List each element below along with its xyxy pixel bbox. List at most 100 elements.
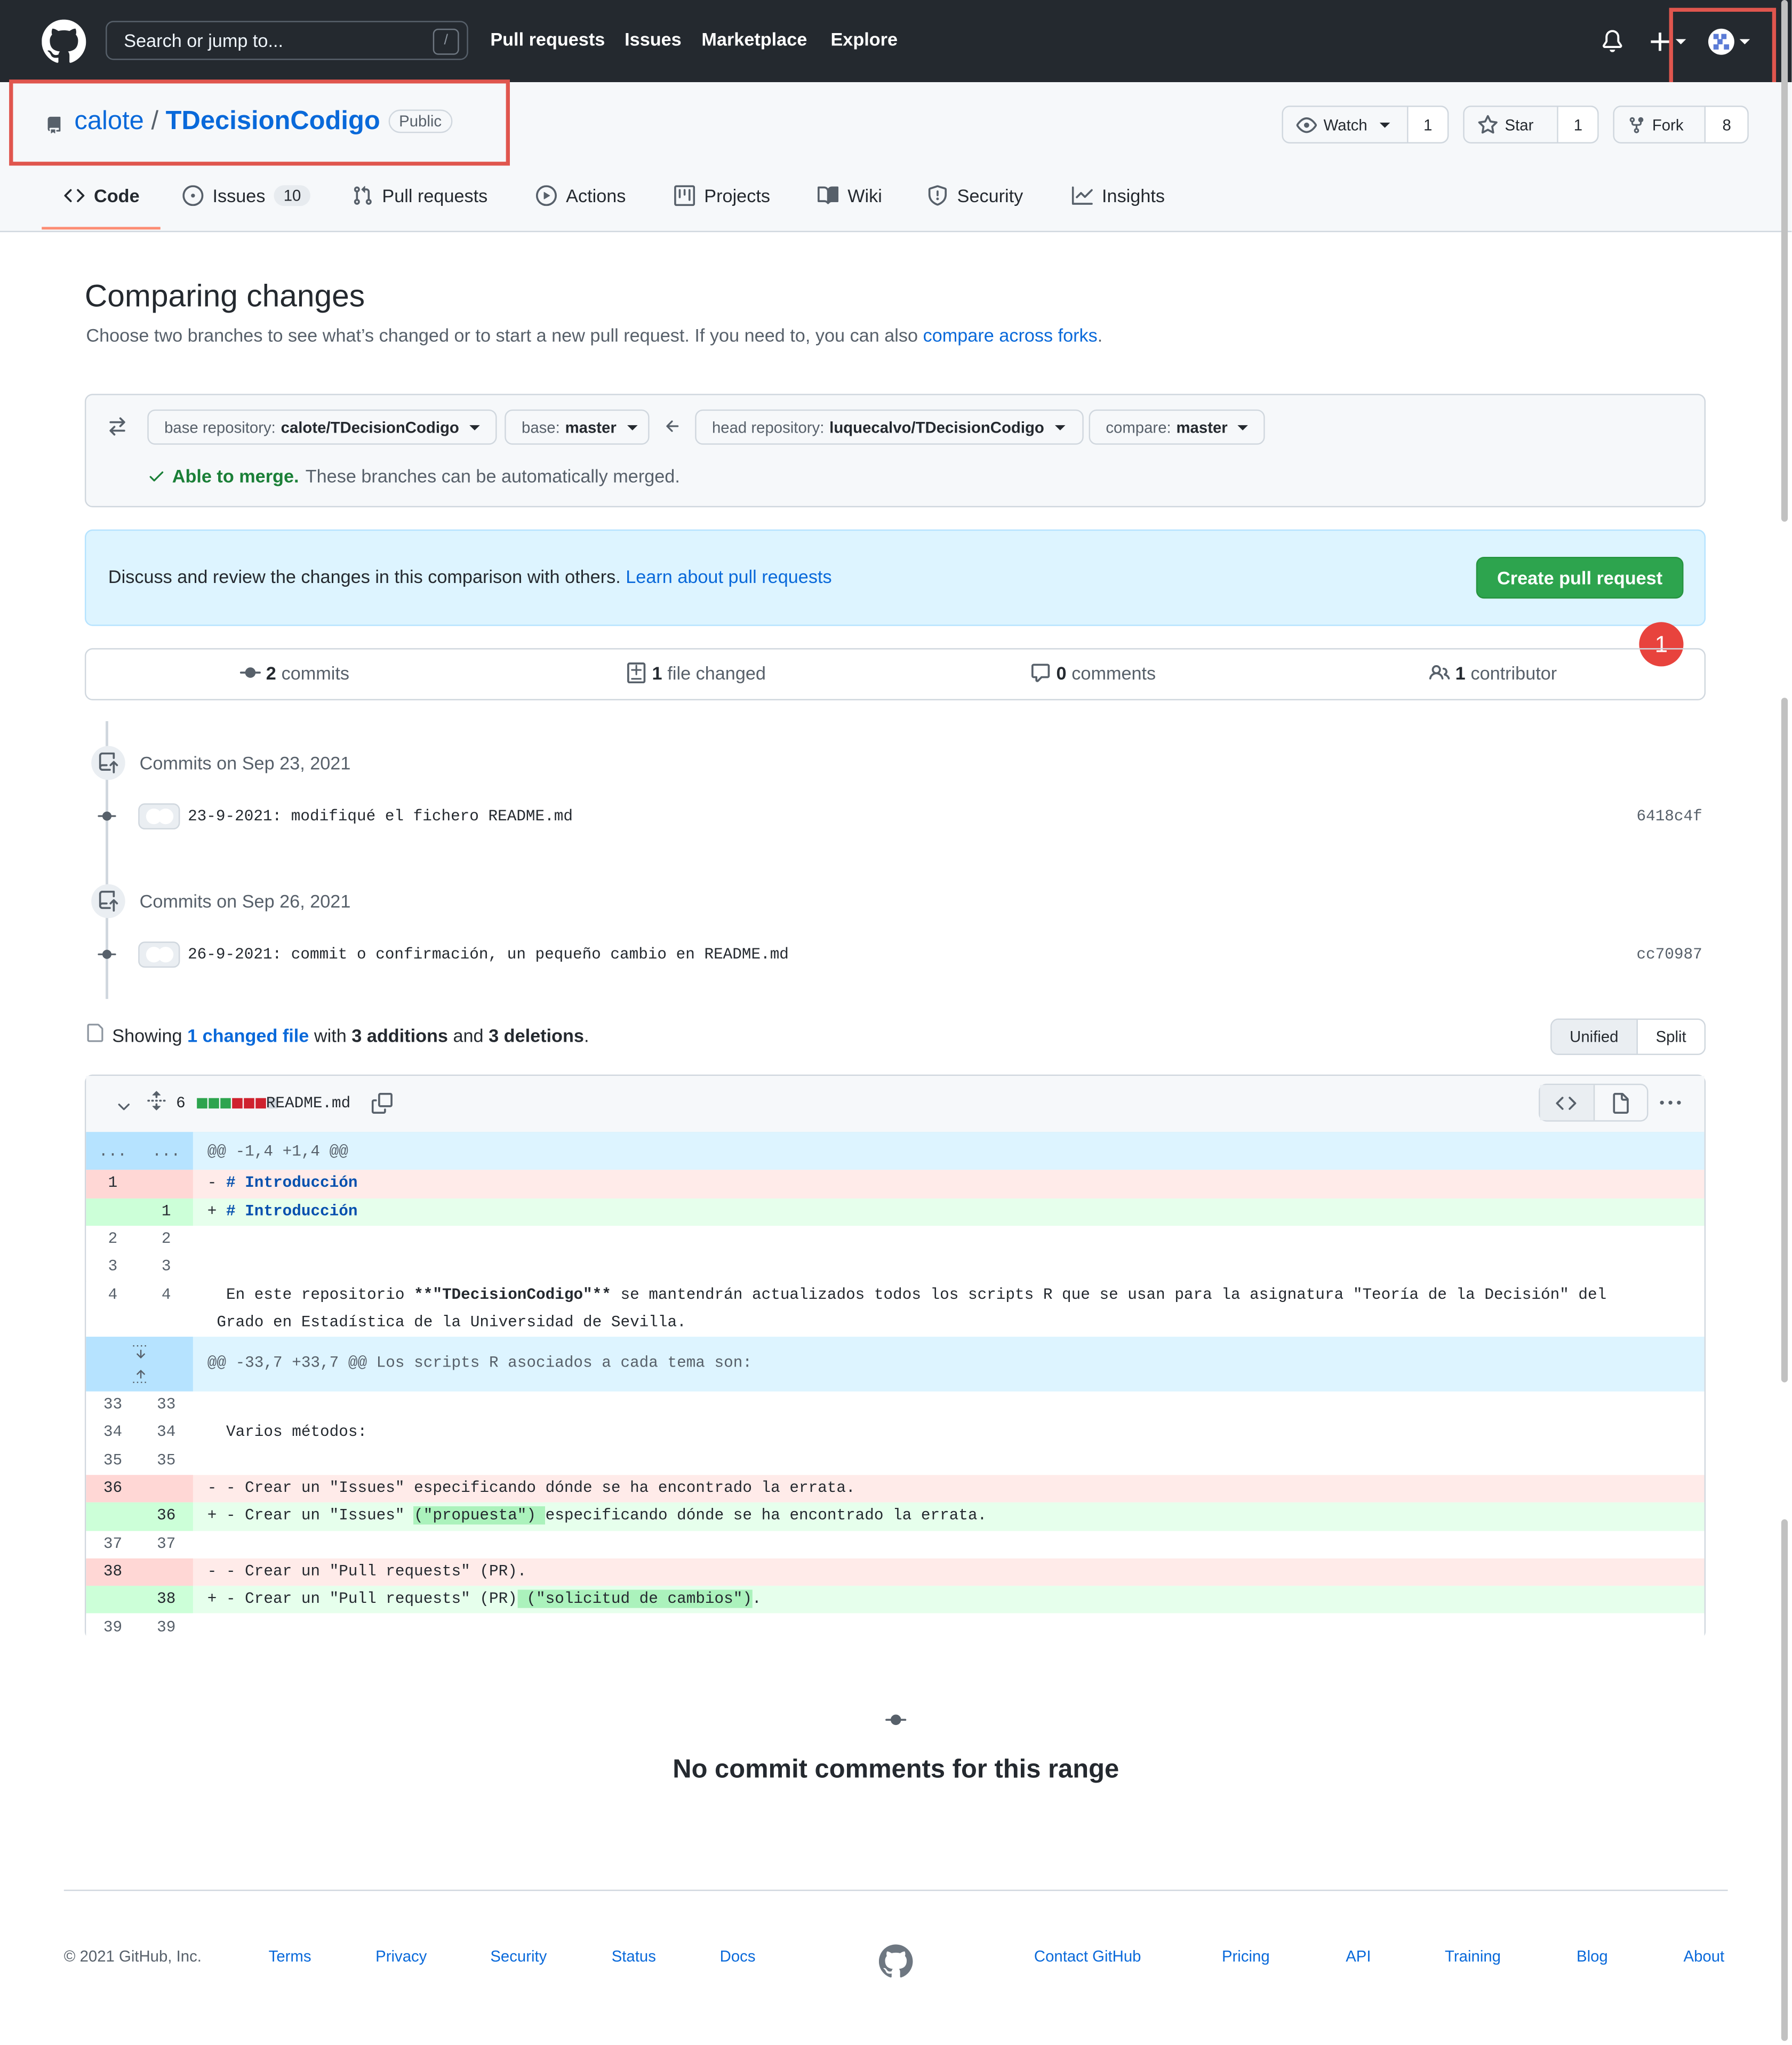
tab-projects[interactable]: Projects	[674, 185, 770, 206]
compare-across-forks-link[interactable]: compare across forks	[923, 325, 1098, 346]
old-line-number[interactable]: 3	[86, 1257, 139, 1275]
footer-link-blog[interactable]: Blog	[1577, 1947, 1608, 1965]
file-icon	[1612, 1092, 1629, 1113]
expand-lines-icon[interactable]	[131, 1344, 151, 1385]
nav-issues[interactable]: Issues	[625, 29, 682, 50]
comments-summary[interactable]: 0 comments	[1030, 662, 1156, 683]
unified-view-button[interactable]: Unified	[1551, 1019, 1638, 1054]
github-logo-icon[interactable]	[42, 19, 86, 64]
tab-actions[interactable]: Actions	[535, 185, 626, 206]
footer-link-about[interactable]: About	[1683, 1947, 1724, 1965]
star-count[interactable]: 1	[1558, 107, 1598, 142]
old-line-number[interactable]: 2	[86, 1229, 139, 1248]
footer-link-api[interactable]: API	[1346, 1947, 1371, 1965]
diffstat-block	[255, 1098, 266, 1109]
new-line-number[interactable]: 36	[140, 1507, 193, 1525]
source-diff-button[interactable]	[1540, 1085, 1595, 1121]
compare-branch-select[interactable]: compare: master	[1089, 409, 1265, 445]
new-line-number[interactable]: 38	[140, 1590, 193, 1608]
learn-about-pull-requests-link[interactable]: Learn about pull requests	[626, 566, 831, 587]
chevron-down-icon	[1238, 424, 1249, 430]
file-name-link[interactable]: README.md	[266, 1094, 350, 1112]
create-pull-request-button[interactable]: Create pull request	[1476, 557, 1684, 599]
commit-sha-link[interactable]: 6418c4f	[1636, 807, 1702, 825]
old-line-number[interactable]: 37	[86, 1535, 139, 1553]
diff-hunk-header[interactable]: @@ -33,7 +33,7 @@ Los scripts R asociado…	[86, 1337, 1705, 1392]
tab-insights[interactable]: Insights	[1071, 185, 1165, 206]
tab-issues[interactable]: Issues 10	[182, 185, 310, 206]
tab-wiki[interactable]: Wiki	[818, 185, 882, 206]
new-line-number[interactable]: ...	[140, 1143, 193, 1161]
tab-code[interactable]: Code	[64, 185, 140, 206]
changed-files-link[interactable]: 1 changed file	[187, 1025, 309, 1046]
footer-link-terms[interactable]: Terms	[269, 1947, 311, 1965]
contributors-summary[interactable]: 1 contributor	[1429, 662, 1557, 683]
chevron-down-icon[interactable]	[115, 1097, 133, 1115]
watch-count[interactable]: 1	[1408, 107, 1447, 142]
new-line-number[interactable]: 35	[140, 1451, 193, 1469]
new-line-number[interactable]: 2	[140, 1229, 193, 1248]
bell-icon[interactable]	[1601, 30, 1623, 52]
old-line-number[interactable]: 35	[86, 1451, 139, 1469]
commit-message-link[interactable]: 23-9-2021: modifiqué el fichero README.m…	[188, 807, 573, 825]
files-changed-summary[interactable]: 1 file changed	[626, 662, 766, 684]
fork-count[interactable]: 8	[1706, 107, 1748, 142]
diff-code: Varios métodos:	[207, 1423, 367, 1442]
scrollbar-thumb[interactable]	[1781, 1519, 1788, 2041]
commit-sha-link[interactable]: cc70987	[1636, 946, 1702, 964]
author-avatar[interactable]	[138, 941, 180, 968]
scrollbar-thumb[interactable]	[1781, 0, 1788, 522]
footer-link-training[interactable]: Training	[1445, 1947, 1501, 1965]
new-line-number[interactable]: 3	[140, 1257, 193, 1275]
old-line-number[interactable]: 33	[86, 1395, 139, 1413]
search-input[interactable]: Search or jump to... /	[106, 21, 468, 60]
commits-summary[interactable]: 2 commits	[239, 662, 349, 683]
diff-code-wrapped: Grado en Estadística de la Universidad d…	[207, 1313, 686, 1331]
old-line-number[interactable]: 34	[86, 1423, 139, 1441]
new-line-number[interactable]: 4	[140, 1285, 193, 1304]
new-line-number[interactable]: 34	[140, 1423, 193, 1441]
footer-link-privacy[interactable]: Privacy	[375, 1947, 427, 1965]
base-branch-label: base:	[522, 418, 560, 436]
github-logo-icon[interactable]	[878, 1944, 913, 1978]
commit-message-link[interactable]: 26-9-2021: commit o confirmación, un peq…	[188, 946, 789, 964]
new-line-number[interactable]: 37	[140, 1535, 193, 1553]
base-branch-select[interactable]: base: master	[505, 409, 650, 445]
scrollbar-thumb[interactable]	[1781, 698, 1788, 1383]
compare-arrows-icon[interactable]	[107, 416, 127, 437]
footer-link-contact[interactable]: Contact GitHub	[1034, 1947, 1141, 1965]
base-repository-select[interactable]: base repository: calote/TDecisionCodigo	[147, 409, 497, 445]
nav-marketplace[interactable]: Marketplace	[701, 29, 807, 50]
new-line-number[interactable]: 39	[140, 1618, 193, 1636]
commit-group-title: Commits on Sep 26, 2021	[139, 890, 351, 912]
new-line-number[interactable]: 33	[140, 1395, 193, 1413]
kebab-horizontal-icon[interactable]	[1659, 1093, 1682, 1114]
old-line-number[interactable]: ...	[86, 1143, 139, 1161]
watch-button[interactable]: Watch	[1283, 107, 1409, 142]
old-line-number[interactable]: 4	[86, 1285, 139, 1304]
split-view-button[interactable]: Split	[1638, 1020, 1705, 1054]
footer-link-pricing[interactable]: Pricing	[1222, 1947, 1270, 1965]
copy-icon[interactable]	[371, 1092, 393, 1114]
tab-pull-requests[interactable]: Pull requests	[352, 185, 487, 206]
old-line-number[interactable]: 1	[86, 1174, 139, 1192]
diff-line-context: 33	[86, 1253, 1705, 1282]
author-avatar[interactable]	[138, 803, 180, 830]
head-repo-value: luquecalvo/TDecisionCodigo	[829, 418, 1044, 436]
old-line-number[interactable]: 36	[86, 1479, 139, 1497]
rich-diff-button[interactable]	[1594, 1085, 1647, 1120]
footer-link-security[interactable]: Security	[490, 1947, 547, 1965]
fork-button[interactable]: Fork	[1614, 107, 1707, 142]
nav-pull-requests[interactable]: Pull requests	[490, 29, 605, 50]
head-repository-select[interactable]: head repository: luquecalvo/TDecisionCod…	[695, 409, 1084, 445]
nav-explore[interactable]: Explore	[830, 29, 898, 50]
new-line-number[interactable]: 1	[140, 1202, 193, 1220]
diff-hunk-header[interactable]: ...... @@ -1,4 +1,4 @@	[86, 1132, 1705, 1170]
star-button[interactable]: Star	[1465, 107, 1559, 142]
old-line-number[interactable]: 38	[86, 1562, 139, 1580]
old-line-number[interactable]: 39	[86, 1618, 139, 1636]
footer-link-docs[interactable]: Docs	[720, 1947, 756, 1965]
unfold-icon[interactable]	[146, 1090, 167, 1111]
tab-security[interactable]: Security	[927, 185, 1023, 206]
footer-link-status[interactable]: Status	[612, 1947, 656, 1965]
